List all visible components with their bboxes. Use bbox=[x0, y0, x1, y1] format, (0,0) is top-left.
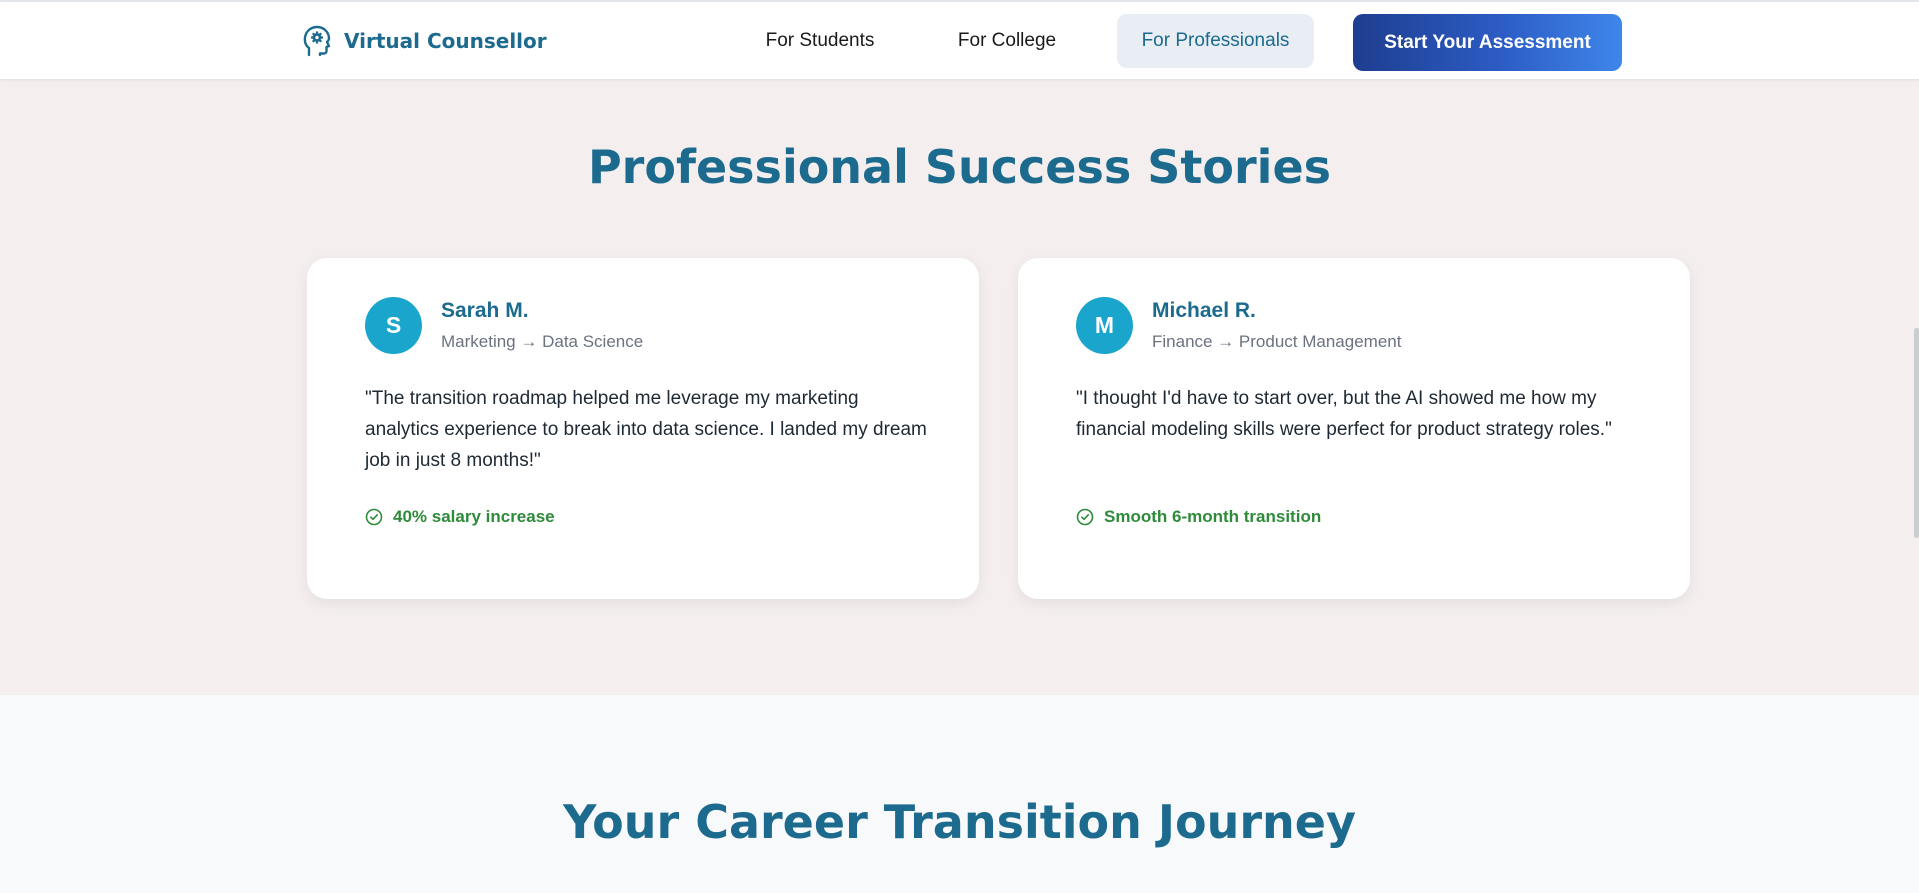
person-name: Michael R. bbox=[1152, 299, 1256, 322]
result-badge: Smooth 6-month transition bbox=[1076, 507, 1321, 527]
scrollbar-thumb[interactable] bbox=[1914, 328, 1919, 538]
navbar: Virtual Counsellor For Students For Coll… bbox=[0, 2, 1919, 79]
nav-for-college[interactable]: For College bbox=[932, 14, 1082, 68]
journey-section: Your Career Transition Journey bbox=[0, 695, 1919, 893]
check-circle-icon bbox=[1076, 508, 1094, 526]
career-change: Finance → Product Management bbox=[1152, 332, 1402, 351]
career-change: Marketing → Data Science bbox=[441, 332, 644, 351]
testimonial-quote: "The transition roadmap helped me levera… bbox=[365, 388, 927, 471]
result-text: 40% salary increase bbox=[393, 507, 555, 526]
check-circle-icon bbox=[365, 508, 383, 526]
story-card: S Sarah M. Marketing → Data Science "The… bbox=[307, 258, 979, 599]
nav-for-professionals[interactable]: For Professionals bbox=[1117, 14, 1314, 68]
avatar: S bbox=[365, 297, 422, 354]
result-text: Smooth 6-month transition bbox=[1104, 507, 1322, 526]
brain-head-icon bbox=[302, 25, 332, 57]
avatar: M bbox=[1076, 297, 1133, 354]
journey-title: Your Career Transition Journey bbox=[563, 795, 1356, 849]
start-assessment-button[interactable]: Start Your Assessment bbox=[1353, 14, 1622, 71]
testimonial-quote: "I thought I'd have to start over, but t… bbox=[1076, 388, 1612, 440]
success-stories-title: Professional Success Stories bbox=[587, 140, 1332, 194]
brand-logo-link[interactable]: Virtual Counsellor bbox=[302, 25, 547, 57]
person-name: Sarah M. bbox=[441, 299, 529, 322]
story-card: M Michael R. Finance → Product Managemen… bbox=[1018, 258, 1690, 599]
brand-name: Virtual Counsellor bbox=[344, 29, 547, 53]
result-badge: 40% salary increase bbox=[365, 507, 555, 527]
nav-for-students[interactable]: For Students bbox=[740, 14, 900, 68]
